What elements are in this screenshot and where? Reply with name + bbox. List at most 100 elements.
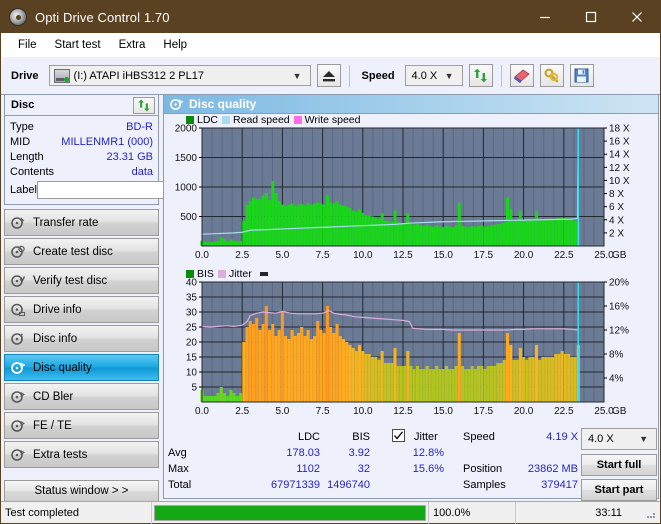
save-button[interactable] [569, 64, 594, 87]
resize-grip-icon[interactable] [643, 506, 657, 520]
svg-text:14 X: 14 X [609, 150, 630, 161]
status-bar: Test completed 100.0% 33:11 [1, 501, 660, 524]
legend-bis: BIS [186, 268, 214, 280]
sidebar-item-disc-quality[interactable]: Disc quality [4, 354, 159, 381]
sidebar-item-fe-te[interactable]: FE / TE [4, 412, 159, 439]
svg-text:25: 25 [186, 323, 198, 334]
check-icon [394, 431, 404, 440]
svg-text:15.0: 15.0 [433, 406, 453, 417]
maximize-icon[interactable] [568, 1, 614, 33]
ldc-chart-legend: LDC Read speed Write speed [186, 114, 361, 126]
svg-text:16%: 16% [609, 302, 629, 313]
close-icon[interactable] [614, 1, 660, 33]
disc-fete-icon [11, 419, 25, 433]
stats-total-bis: 1496740 [327, 479, 370, 491]
sidebar-item-disc-info[interactable]: Disc info [4, 325, 159, 352]
sidebar-item-label: CD Bler [33, 390, 74, 403]
nav-list: Transfer rate Create test disc Verify te… [4, 209, 159, 468]
legend-swatch-jitter [217, 270, 226, 278]
svg-text:16 X: 16 X [609, 137, 630, 148]
svg-text:0.0: 0.0 [195, 250, 209, 261]
disc-row-mid-value: MILLENMR1 (000) [61, 135, 153, 148]
stats-samples-label: Samples [463, 479, 506, 491]
sidebar-item-label: FE / TE [33, 419, 72, 432]
disc-refresh-button[interactable] [133, 96, 155, 114]
jitter-checkbox[interactable] [392, 429, 405, 442]
svg-text:7.5: 7.5 [316, 250, 330, 261]
stats-samples-value: 379417 [541, 479, 578, 491]
test-speed-value: 4.0 X [588, 433, 614, 445]
menu-item-file[interactable]: File [9, 37, 46, 53]
chevron-down-icon: ▼ [292, 70, 302, 81]
disc-row-type-value: BD-R [126, 120, 153, 133]
start-part-button[interactable]: Start part [581, 479, 657, 501]
sidebar-item-transfer-rate[interactable]: Transfer rate [4, 209, 159, 236]
panel-title: Disc quality [189, 97, 257, 111]
sidebar-item-cd-bler[interactable]: CD Bler [4, 383, 159, 410]
chevron-down-icon: ▼ [444, 70, 454, 81]
legend-read-speed: Read speed [222, 114, 290, 126]
svg-text:20: 20 [186, 338, 198, 349]
svg-text:12%: 12% [609, 326, 629, 337]
svg-text:15.0: 15.0 [433, 250, 453, 261]
menu-item-help[interactable]: Help [154, 37, 196, 53]
app-window: Opti Drive Control 1.70 File Start test … [0, 0, 661, 524]
title-bar: Opti Drive Control 1.70 [1, 1, 660, 33]
svg-text:10 X: 10 X [609, 176, 630, 187]
status-window-button[interactable]: Status window > > [4, 480, 159, 502]
menu-item-extra[interactable]: Extra [110, 37, 155, 53]
sidebar-item-label: Disc info [33, 332, 78, 345]
disc-row-length-key: Length [10, 150, 44, 163]
drive-select[interactable]: (I:) ATAPI iHBS312 2 PL17 ▼ [48, 65, 311, 86]
jitter-checkbox-box[interactable] [392, 429, 405, 442]
sidebar-item-verify-test-disc[interactable]: Verify test disc [4, 267, 159, 294]
disc-drive-icon [11, 303, 25, 317]
refresh-button[interactable] [468, 64, 493, 87]
erase-button[interactable] [509, 64, 534, 87]
menu-item-start-test[interactable]: Start test [46, 37, 110, 53]
legend-swatch-ldc [186, 116, 194, 124]
svg-text:6 X: 6 X [609, 202, 624, 213]
stats-row-max-label: Max [168, 463, 189, 475]
test-speed-select[interactable]: 4.0 X ▼ [581, 428, 657, 450]
svg-text:10.0: 10.0 [353, 250, 373, 261]
speed-label: Speed [361, 69, 395, 82]
sidebar-item-drive-info[interactable]: Drive info [4, 296, 159, 323]
sidebar-item-extra-tests[interactable]: Extra tests [4, 441, 159, 468]
eject-button[interactable] [316, 64, 341, 87]
speed-select[interactable]: 4.0 X ▼ [404, 65, 463, 86]
svg-text:30: 30 [186, 308, 198, 319]
stats-position-value: 23862 MB [527, 463, 578, 475]
svg-text:GB: GB [612, 250, 627, 261]
panel-header: Disc quality [164, 95, 658, 114]
stats-header-bis: BIS [352, 431, 370, 443]
svg-text:12.5: 12.5 [393, 250, 413, 261]
legend-swatch-bis [186, 270, 194, 278]
legend-label-bis: BIS [197, 268, 214, 280]
start-full-button[interactable]: Start full [581, 454, 657, 476]
stats-avg-bis: 3.92 [348, 447, 370, 459]
disc-row-type: Type BD-R [10, 119, 153, 134]
stats-row-avg-label: Avg [168, 447, 187, 459]
app-icon [9, 8, 27, 26]
minimize-icon[interactable] [522, 1, 568, 33]
sidebar-item-create-test-disc[interactable]: Create test disc [4, 238, 159, 265]
legend-label-ldc: LDC [197, 114, 219, 126]
disc-quality-panel: Disc quality LDC Read speed Write speed … [163, 94, 659, 501]
svg-text:5: 5 [191, 383, 197, 394]
stats-position-label: Position [463, 463, 503, 475]
sidebar-item-label: Transfer rate [33, 216, 99, 229]
svg-text:5.0: 5.0 [275, 250, 289, 261]
svg-text:8 X: 8 X [609, 189, 624, 200]
sidebar-item-label: Disc quality [33, 361, 92, 374]
drive-select-value: (I:) ATAPI iHBS312 2 PL17 [73, 69, 204, 82]
svg-text:8%: 8% [609, 350, 624, 361]
bis-jitter-chart: BIS Jitter 5 10 15 20 25 30 35 40 4% 8% 12% 16% 20% 0… [164, 268, 658, 425]
svg-text:2 X: 2 X [609, 228, 624, 239]
tools-button[interactable] [539, 64, 564, 87]
disc-info-icon [11, 332, 25, 346]
progress-bar [154, 504, 426, 521]
drive-label: Drive [11, 69, 39, 82]
legend-swatch-write-speed [293, 116, 302, 124]
disc-row-type-key: Type [10, 120, 34, 133]
